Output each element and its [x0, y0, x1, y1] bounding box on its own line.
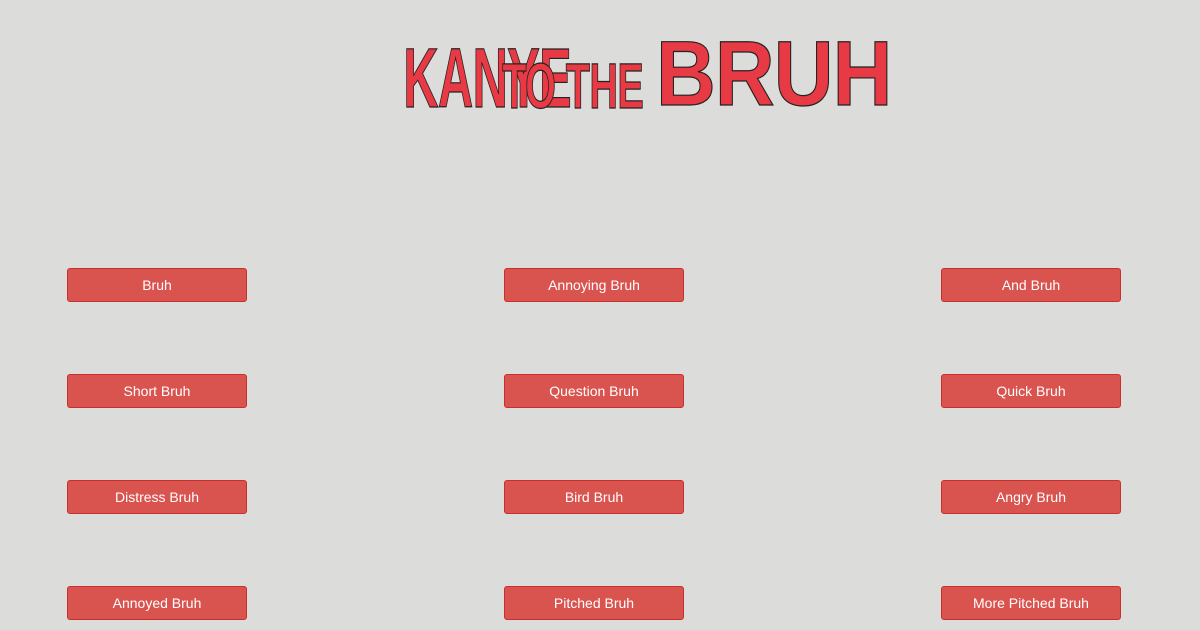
- quick-bruh-button[interactable]: Quick Bruh: [941, 374, 1121, 408]
- question-bruh-button[interactable]: Question Bruh: [504, 374, 684, 408]
- more-pitched-bruh-button[interactable]: More Pitched Bruh: [941, 586, 1121, 620]
- site-logo: KANYE TO THE BRUH: [0, 12, 1200, 126]
- annoying-bruh-button[interactable]: Annoying Bruh: [504, 268, 684, 302]
- annoyed-bruh-button[interactable]: Annoyed Bruh: [67, 586, 247, 620]
- short-bruh-button[interactable]: Short Bruh: [67, 374, 247, 408]
- logo-word-bruh: BRUH: [656, 23, 894, 126]
- pitched-bruh-button[interactable]: Pitched Bruh: [504, 586, 684, 620]
- bird-bruh-button[interactable]: Bird Bruh: [504, 480, 684, 514]
- and-bruh-button[interactable]: And Bruh: [941, 268, 1121, 302]
- distress-bruh-button[interactable]: Distress Bruh: [67, 480, 247, 514]
- bruh-button[interactable]: Bruh: [67, 268, 247, 302]
- angry-bruh-button[interactable]: Angry Bruh: [941, 480, 1121, 514]
- logo-word-to-the: TO THE: [502, 49, 644, 122]
